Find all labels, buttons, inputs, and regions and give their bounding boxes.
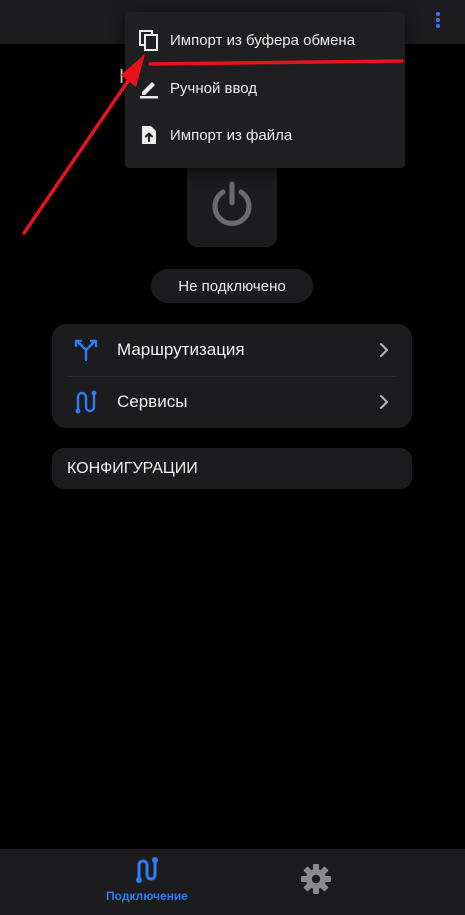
configurations-section[interactable]: КОНФИГУРАЦИИ <box>52 448 412 489</box>
connection-icon <box>136 857 158 883</box>
routing-label: Маршрутизация <box>117 340 245 359</box>
routing-row[interactable]: Маршрутизация <box>52 324 412 376</box>
chevron-right-icon <box>380 343 388 357</box>
power-button[interactable] <box>187 160 277 247</box>
configurations-title: КОНФИГУРАЦИИ <box>67 459 198 477</box>
connection-status-badge: Не подключено <box>151 269 313 303</box>
gear-icon[interactable] <box>300 863 332 895</box>
services-row[interactable]: Сервисы <box>52 376 412 428</box>
menu-item-label: Импорт из файла <box>170 126 293 144</box>
more-vert-icon[interactable] <box>431 10 445 30</box>
nav-tab-connection-label: Подключение <box>106 889 188 903</box>
menu-item-import-clipboard[interactable]: Импорт из буфера обмена <box>125 18 405 62</box>
nav-tab-connection[interactable]: Подключение <box>87 849 207 915</box>
annotation-arrow-shaft <box>22 76 132 235</box>
menu-item-label: Ручной ввод <box>170 79 258 97</box>
services-icon <box>73 389 99 415</box>
menu-item-manual-input[interactable]: Ручной ввод <box>125 66 405 110</box>
menu-item-import-file[interactable]: Импорт из файла <box>125 113 405 157</box>
clipboard-copy-icon <box>138 29 160 51</box>
file-upload-icon <box>138 124 160 146</box>
routing-split-icon <box>73 337 99 363</box>
connection-status-text: Не подключено <box>178 277 286 295</box>
services-label: Сервисы <box>117 392 188 411</box>
bottom-navigation: Подключение <box>0 849 465 915</box>
chevron-right-icon <box>380 395 388 409</box>
settings-card: Маршрутизация Сервисы <box>52 324 412 428</box>
edit-pencil-icon <box>138 77 160 99</box>
power-icon <box>212 181 252 226</box>
import-dropdown-menu: Импорт из буфера обмена Ручной ввод Импо… <box>125 12 405 168</box>
menu-item-label: Импорт из буфера обмена <box>170 31 356 49</box>
